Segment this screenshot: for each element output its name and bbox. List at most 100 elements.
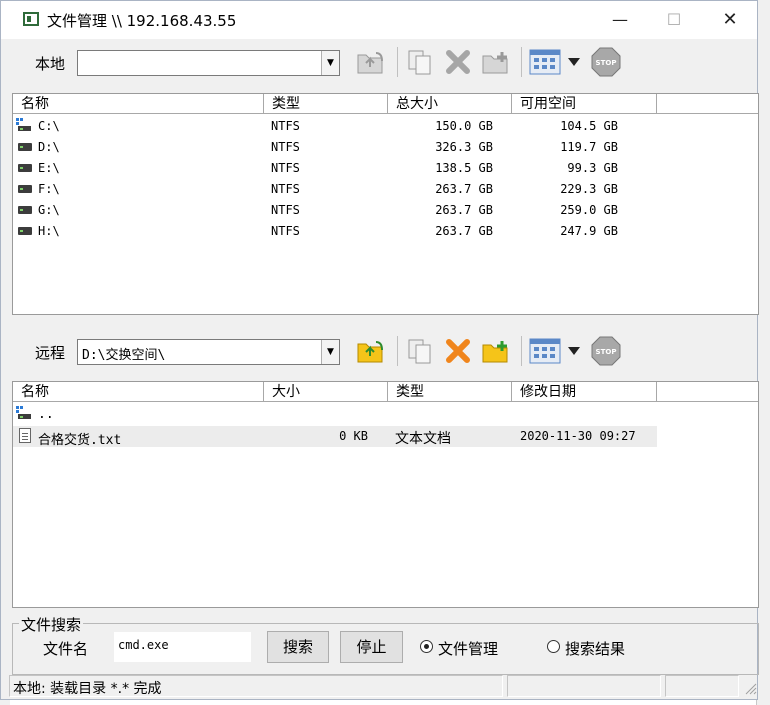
cell-total-size: 263.7 GB	[435, 224, 493, 238]
column-header-name[interactable]: 名称	[13, 382, 264, 402]
radio-file-manager[interactable]	[420, 640, 433, 653]
cell-free-space: 104.5 GB	[560, 119, 618, 133]
folder-up-icon[interactable]	[354, 334, 388, 368]
radio-search-results-label[interactable]: 搜索结果	[565, 638, 625, 659]
cell-total-size: 138.5 GB	[435, 161, 493, 175]
status-segment-2	[507, 675, 661, 697]
cell-type: NTFS	[271, 119, 300, 133]
local-label: 本地	[35, 55, 66, 73]
parent-folder-icon	[16, 406, 32, 420]
title-bar: 文件管理 \\ 192.168.43.55 — ☐ ✕	[1, 1, 757, 39]
copy-icon[interactable]	[403, 334, 437, 368]
cell-name: G:\	[38, 203, 60, 217]
column-header-total-size[interactable]: 总大小	[388, 94, 512, 114]
radio-search-results[interactable]	[547, 640, 560, 653]
stop-icon-text: STOP	[596, 348, 617, 356]
view-dropdown-icon[interactable]	[564, 334, 584, 368]
new-folder-icon[interactable]	[479, 334, 513, 368]
stop-icon-text: STOP	[596, 59, 617, 67]
table-row[interactable]: E:\ NTFS 138.5 GB 99.3 GB	[13, 158, 758, 179]
column-header-type[interactable]: 类型	[264, 94, 388, 114]
filename-label: 文件名	[43, 640, 89, 658]
column-header-type[interactable]: 类型	[388, 382, 512, 402]
table-row[interactable]: G:\ NTFS 263.7 GB 259.0 GB	[13, 200, 758, 221]
status-segment-main: 本地: 装载目录 *.* 完成	[9, 675, 503, 697]
delete-icon[interactable]	[441, 45, 475, 79]
toolbar-separator	[397, 336, 398, 366]
cell-name: H:\	[38, 224, 60, 238]
resize-grip-icon[interactable]	[743, 681, 757, 695]
cell-name: ..	[38, 407, 54, 422]
cell-type: NTFS	[271, 203, 300, 217]
toolbar-separator	[397, 47, 398, 77]
table-row[interactable]: D:\ NTFS 326.3 GB 119.7 GB	[13, 137, 758, 158]
cell-total-size: 263.7 GB	[435, 203, 493, 217]
copy-icon[interactable]	[403, 45, 437, 79]
table-row[interactable]: H:\ NTFS 263.7 GB 247.9 GB	[13, 221, 758, 242]
cell-type: NTFS	[271, 140, 300, 154]
status-text: 本地: 装载目录 *.* 完成	[13, 681, 162, 697]
column-header-name[interactable]: 名称	[13, 94, 264, 114]
cell-type: 文本文档	[395, 431, 451, 447]
drive-icon	[18, 164, 32, 172]
text-file-icon	[19, 428, 31, 443]
cell-type: NTFS	[271, 161, 300, 175]
cell-free-space: 119.7 GB	[560, 140, 618, 154]
column-header-size[interactable]: 大小	[264, 382, 388, 402]
stop-icon[interactable]: STOP	[589, 334, 623, 368]
file-search-legend: 文件搜索	[19, 614, 84, 635]
column-header-free-space[interactable]: 可用空间	[512, 94, 657, 114]
filename-input-value: cmd.exe	[118, 638, 169, 652]
maximize-button[interactable]: ☐	[651, 5, 697, 35]
cell-name: F:\	[38, 182, 60, 196]
close-button[interactable]: ✕	[707, 5, 753, 35]
file-search-group: 文件搜索 文件名 cmd.exe 搜索 停止 文件管理 搜索结果	[12, 614, 759, 675]
remote-label: 远程	[35, 344, 66, 362]
window-title: 文件管理 \\ 192.168.43.55	[47, 12, 237, 30]
app-icon	[23, 12, 39, 26]
radio-file-manager-label[interactable]: 文件管理	[438, 638, 498, 659]
drive-icon	[18, 206, 32, 214]
cell-size: 0 KB	[339, 429, 368, 443]
cell-free-space: 247.9 GB	[560, 224, 618, 238]
table-row[interactable]: ..	[13, 404, 758, 425]
cell-total-size: 326.3 GB	[435, 140, 493, 154]
stop-icon[interactable]: STOP	[589, 45, 623, 79]
view-icon[interactable]	[528, 45, 562, 79]
remote-file-list[interactable]: 名称 大小 类型 修改日期 .. 合格交货.txt 0 KB 文本文档 2020-11-…	[12, 381, 759, 608]
toolbar-separator	[521, 336, 522, 366]
status-bar: 本地: 装载目录 *.* 完成	[9, 675, 759, 697]
table-row[interactable]: F:\ NTFS 263.7 GB 229.3 GB	[13, 179, 758, 200]
filename-input[interactable]: cmd.exe	[114, 632, 251, 662]
folder-up-icon[interactable]	[354, 45, 388, 79]
cell-total-size: 263.7 GB	[435, 182, 493, 196]
stop-button[interactable]: 停止	[340, 631, 403, 663]
chevron-down-icon[interactable]: ▼	[321, 51, 339, 75]
column-header-filler	[657, 94, 758, 114]
network-drive-icon	[16, 118, 32, 132]
cell-free-space: 229.3 GB	[560, 182, 618, 196]
column-header-modified-date[interactable]: 修改日期	[512, 382, 657, 402]
local-file-list[interactable]: 名称 类型 总大小 可用空间 C:\ NTFS 150.0 GB 104.5 GB D:…	[12, 93, 759, 315]
status-segment-3	[665, 675, 739, 697]
remote-path-combo[interactable]: D:\交换空间\ ▼	[77, 339, 340, 365]
column-header-filler	[657, 382, 758, 402]
table-row[interactable]: 合格交货.txt 0 KB 文本文档 2020-11-30 09:27	[13, 426, 657, 448]
minimize-button[interactable]: —	[597, 5, 643, 35]
chevron-down-icon[interactable]: ▼	[321, 340, 339, 364]
new-folder-icon[interactable]	[479, 45, 513, 79]
drive-icon	[18, 227, 32, 235]
local-path-combo[interactable]: ▼	[77, 50, 340, 76]
cell-name: 合格交货.txt	[38, 433, 122, 448]
delete-icon[interactable]	[441, 334, 475, 368]
cell-total-size: 150.0 GB	[435, 119, 493, 133]
cell-free-space: 99.3 GB	[567, 161, 618, 175]
table-row[interactable]: C:\ NTFS 150.0 GB 104.5 GB	[13, 116, 758, 137]
remote-path-value: D:\交换空间\	[82, 348, 166, 363]
cell-name: E:\	[38, 161, 60, 175]
view-dropdown-icon[interactable]	[564, 45, 584, 79]
file-manager-window: 文件管理 \\ 192.168.43.55 — ☐ ✕ 本地 ▼ STOP 名称…	[0, 0, 759, 700]
drive-icon	[18, 185, 32, 193]
search-button[interactable]: 搜索	[267, 631, 329, 663]
view-icon[interactable]	[528, 334, 562, 368]
